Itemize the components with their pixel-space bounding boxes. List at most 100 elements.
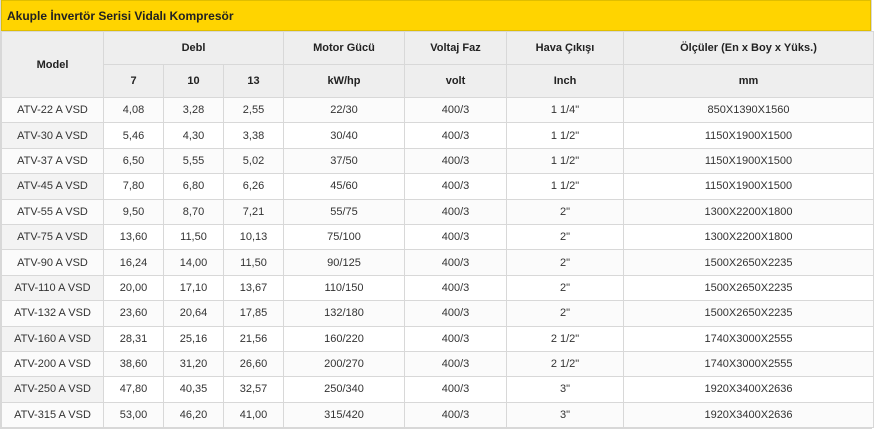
cell-voltaj: 400/3 (404, 223, 507, 251)
table-row: ATV-200 A VSD 38,60 31,20 26,60 200/270 400/3… (1, 350, 874, 378)
cell-debi-10: 17,10 (163, 274, 224, 302)
subheader-row: 7 10 13 kW/hp volt Inch mm (2, 64, 874, 98)
cell-debi-10: 20,64 (163, 300, 224, 327)
cell-model: ATV-37 A VSD (1, 147, 104, 175)
cell-olculer: 1300X2200X1800 (623, 223, 874, 251)
cell-voltaj: 400/3 (404, 376, 507, 403)
header-voltaj: Voltaj Faz (404, 31, 507, 65)
cell-debi-13: 5,02 (223, 147, 284, 175)
cell-voltaj: 400/3 (404, 173, 507, 200)
cell-voltaj: 400/3 (404, 249, 507, 276)
table-body: ATV-22 A VSD 4,08 3,28 2,55 22/30 400/3 1 1/4"… (1, 96, 874, 429)
cell-debi-7: 7,80 (103, 173, 164, 200)
cell-model: ATV-55 A VSD (1, 198, 104, 225)
cell-motor: 132/180 (283, 300, 405, 327)
cell-voltaj: 400/3 (404, 401, 507, 429)
header-hava: Hava Çıkışı (506, 31, 624, 65)
table-title: Akuple İnvertör Serisi Vidalı Kompresör (1, 0, 871, 31)
cell-olculer: 1300X2200X1800 (623, 198, 874, 225)
subheader-voltaj-unit: volt (404, 64, 507, 98)
specifications-table: Model Debl Motor Gücü Voltaj Faz Hava Çı… (1, 31, 874, 429)
cell-motor: 75/100 (283, 223, 405, 251)
table-row: ATV-37 A VSD 6,50 5,55 5,02 37/50 400/3 1 1/2"… (1, 147, 874, 175)
table-row: ATV-90 A VSD 16,24 14,00 11,50 90/125 400/3 2"… (1, 249, 874, 276)
table-row: ATV-110 A VSD 20,00 17,10 13,67 110/150 400/3… (1, 274, 874, 302)
cell-voltaj: 400/3 (404, 325, 507, 352)
cell-hava: 2" (506, 223, 624, 251)
cell-debi-10: 3,28 (163, 96, 224, 124)
cell-hava: 2" (506, 249, 624, 276)
cell-debi-7: 38,60 (103, 350, 164, 378)
cell-hava: 2" (506, 274, 624, 302)
cell-hava: 1 1/2" (506, 122, 624, 149)
cell-debi-10: 5,55 (163, 147, 224, 175)
table-row: ATV-250 A VSD 47,80 40,35 32,57 250/340 400/3… (1, 376, 874, 403)
cell-debi-7: 20,00 (103, 274, 164, 302)
header-debi: Debl (103, 31, 284, 65)
cell-hava: 2" (506, 300, 624, 327)
cell-debi-7: 9,50 (103, 198, 164, 225)
cell-motor: 45/60 (283, 173, 405, 200)
cell-debi-7: 13,60 (103, 223, 164, 251)
cell-olculer: 850X1390X1560 (623, 96, 874, 124)
cell-motor: 250/340 (283, 376, 405, 403)
subheader-pressure-13: 13 (223, 64, 284, 98)
cell-debi-13: 7,21 (223, 198, 284, 225)
table-row: ATV-75 A VSD 13,60 11,50 10,13 75/100 400/3 2"… (1, 223, 874, 251)
cell-debi-10: 6,80 (163, 173, 224, 200)
cell-model: ATV-250 A VSD (1, 376, 104, 403)
cell-debi-10: 8,70 (163, 198, 224, 225)
header-row: Model Debl Motor Gücü Voltaj Faz Hava Çı… (1, 31, 874, 98)
cell-debi-13: 6,26 (223, 173, 284, 200)
cell-model: ATV-22 A VSD (1, 96, 104, 124)
cell-debi-13: 32,57 (223, 376, 284, 403)
cell-debi-13: 41,00 (223, 401, 284, 429)
cell-model: ATV-45 A VSD (1, 173, 104, 200)
cell-debi-13: 13,67 (223, 274, 284, 302)
cell-motor: 37/50 (283, 147, 405, 175)
cell-debi-10: 31,20 (163, 350, 224, 378)
table-row: ATV-45 A VSD 7,80 6,80 6,26 45/60 400/3 1 1/2"… (1, 173, 874, 200)
cell-debi-10: 46,20 (163, 401, 224, 429)
cell-olculer: 1150X1900X1500 (623, 122, 874, 149)
cell-debi-13: 3,38 (223, 122, 284, 149)
cell-model: ATV-160 A VSD (1, 325, 104, 352)
cell-debi-13: 17,85 (223, 300, 284, 327)
cell-debi-7: 28,31 (103, 325, 164, 352)
cell-debi-10: 4,30 (163, 122, 224, 149)
cell-debi-13: 10,13 (223, 223, 284, 251)
cell-debi-10: 14,00 (163, 249, 224, 276)
cell-debi-7: 4,08 (103, 96, 164, 124)
cell-olculer: 1500X2650X2235 (623, 249, 874, 276)
cell-debi-7: 47,80 (103, 376, 164, 403)
cell-olculer: 1150X1900X1500 (623, 173, 874, 200)
table-row: ATV-132 A VSD 23,60 20,64 17,85 132/180 400/3… (1, 300, 874, 327)
table-row: ATV-160 A VSD 28,31 25,16 21,56 160/220 400/3… (1, 325, 874, 352)
cell-olculer: 1740X3000X2555 (623, 350, 874, 378)
cell-hava: 1 1/2" (506, 173, 624, 200)
subheader-motor-unit: kW/hp (283, 64, 405, 98)
subheader-olculer-unit: mm (623, 64, 874, 98)
cell-voltaj: 400/3 (404, 198, 507, 225)
cell-debi-13: 2,55 (223, 96, 284, 124)
cell-voltaj: 400/3 (404, 350, 507, 378)
table-row: ATV-315 A VSD 53,00 46,20 41,00 315/420 400/3… (1, 401, 874, 429)
cell-olculer: 1150X1900X1500 (623, 147, 874, 175)
cell-model: ATV-132 A VSD (1, 300, 104, 327)
cell-olculer: 1920X3400X2636 (623, 376, 874, 403)
subheader-pressure-10: 10 (163, 64, 224, 98)
cell-olculer: 1740X3000X2555 (623, 325, 874, 352)
cell-debi-13: 21,56 (223, 325, 284, 352)
cell-voltaj: 400/3 (404, 274, 507, 302)
subheader-hava-unit: Inch (506, 64, 624, 98)
cell-debi-10: 25,16 (163, 325, 224, 352)
cell-debi-13: 26,60 (223, 350, 284, 378)
cell-hava: 2" (506, 198, 624, 225)
cell-hava: 1 1/2" (506, 147, 624, 175)
cell-motor: 55/75 (283, 198, 405, 225)
cell-model: ATV-30 A VSD (1, 122, 104, 149)
cell-debi-10: 11,50 (163, 223, 224, 251)
cell-debi-7: 6,50 (103, 147, 164, 175)
cell-debi-7: 23,60 (103, 300, 164, 327)
cell-model: ATV-110 A VSD (1, 274, 104, 302)
